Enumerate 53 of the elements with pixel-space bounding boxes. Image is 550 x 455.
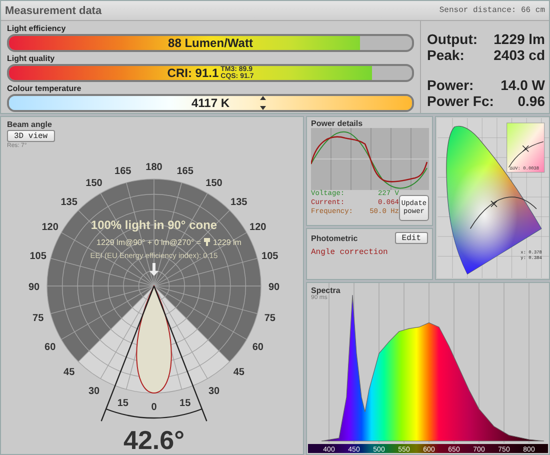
stat-label: Power Fc:	[427, 93, 494, 109]
angle-label: 165	[176, 166, 194, 178]
angle-label: 165	[114, 166, 132, 178]
angle-label: 60	[252, 342, 264, 353]
angle-label: 60	[44, 342, 56, 353]
angle-label: 120	[42, 222, 58, 233]
meter-label: Colour temperature	[7, 83, 82, 94]
panel-title: Measurement data	[5, 4, 102, 16]
angle-label: 90	[28, 282, 40, 293]
angle-label: 120	[250, 222, 266, 233]
down-arrow-icon	[150, 263, 158, 276]
meter-value: 88 Lumen/Watt	[168, 36, 253, 50]
angle-label: 135	[60, 197, 78, 208]
stat-value: 2403 cd	[494, 47, 545, 63]
beam-angle-value: 42.6°	[124, 425, 184, 454]
meter-label: Light quality	[7, 53, 56, 64]
angle-label: 105	[262, 250, 278, 262]
panel-title: Beam angle	[7, 120, 52, 129]
meter-label: Light efficiency	[7, 23, 67, 34]
angle-label: 135	[230, 197, 248, 208]
edit-button[interactable]: Edit	[394, 232, 428, 244]
angle-label: 90	[268, 282, 280, 293]
angle-label: 105	[30, 250, 46, 262]
stat-value: 1229 lm	[494, 31, 545, 47]
angle-label: 0	[151, 402, 157, 413]
sensor-distance: Sensor distance: 66 cm	[439, 6, 545, 15]
meter-value: 4117 K	[191, 96, 230, 110]
angle-label: 150	[86, 178, 102, 190]
angle-correction-text: Angle correction	[311, 248, 389, 257]
angle-label: 75	[32, 313, 44, 324]
angle-label: 75	[264, 313, 276, 324]
lumen-sum-text: 1229 lm@90° + 0 lm@270° =	[96, 238, 201, 247]
lamp-icon	[204, 238, 210, 246]
angle-label: 150	[206, 178, 222, 190]
stat-value: 0.96	[518, 93, 545, 109]
angle-label: 30	[208, 386, 220, 397]
3d-view-button[interactable]: 3D view	[7, 130, 55, 142]
angle-label: 45	[64, 366, 75, 378]
angle-label: 30	[88, 386, 100, 397]
meter-value: CRI: 91.1	[167, 66, 219, 80]
panel-title: Spectra	[311, 286, 340, 295]
stat-label: Peak:	[427, 47, 464, 63]
angle-label: 180	[146, 162, 162, 173]
panel-title: Photometric	[311, 234, 358, 242]
stat-label: Power:	[427, 77, 474, 93]
angle-label: 45	[233, 366, 244, 378]
cone-headline: 100% light in 90° cone	[90, 218, 218, 232]
angle-label: 15	[117, 398, 128, 409]
angle-label: 15	[180, 398, 191, 409]
panel-title: Power details	[311, 119, 364, 128]
stat-value: 14.0 W	[500, 77, 545, 93]
lumen-total-text: 1229 lm	[213, 238, 242, 247]
stat-label: Output:	[427, 31, 478, 47]
